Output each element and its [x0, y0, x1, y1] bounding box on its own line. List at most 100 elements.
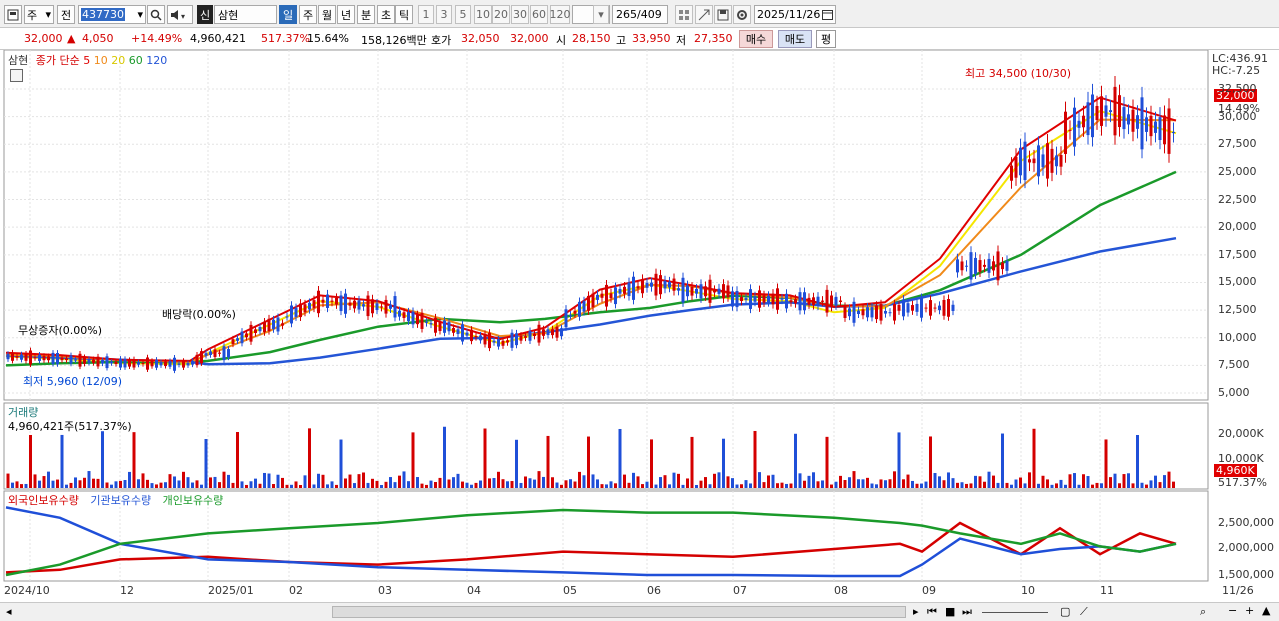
candle-body: [866, 307, 869, 318]
interval-button[interactable]: 3: [436, 5, 452, 24]
low-label: 저: [676, 34, 687, 47]
volume-bar: [1100, 483, 1103, 488]
expand-icon[interactable]: [695, 5, 713, 24]
candle-body: [245, 333, 248, 338]
gear-icon[interactable]: [733, 5, 751, 24]
volume-bar: [443, 426, 446, 488]
save-icon[interactable]: [714, 5, 732, 24]
stop-icon[interactable]: ■: [945, 605, 955, 618]
volume-bar: [960, 482, 964, 488]
volume-bar: [245, 484, 248, 488]
volume-bar: [1127, 473, 1130, 488]
stock-code-input[interactable]: 437730 ▾: [78, 5, 146, 24]
trend-line-icon[interactable]: ⟋: [1080, 605, 1088, 619]
window-menu-icon[interactable]: [4, 5, 22, 24]
volume-bar: [564, 480, 568, 488]
zoom-out-icon[interactable]: −: [1228, 604, 1237, 617]
period-button[interactable]: 틱: [395, 5, 413, 24]
interval-button[interactable]: 60: [530, 5, 548, 24]
zoom-icon[interactable]: ⌕: [1200, 605, 1206, 619]
last-page-icon[interactable]: ⏭: [962, 605, 972, 619]
range-button[interactable]: 전: [57, 5, 75, 24]
zoom-slider[interactable]: [982, 612, 1048, 613]
candle-body: [299, 303, 302, 318]
candle-body: [623, 286, 626, 294]
volume-bar: [1149, 480, 1153, 488]
candle-body: [65, 358, 68, 361]
candle-body: [1095, 105, 1099, 121]
candle-body: [627, 282, 631, 297]
candle-body: [344, 293, 347, 314]
scroll-thumb[interactable]: [332, 606, 906, 618]
grid-icon[interactable]: [675, 5, 693, 24]
candle-body: [924, 307, 928, 309]
interval-button[interactable]: 20: [492, 5, 510, 24]
sell-button[interactable]: 매도: [778, 30, 812, 48]
crosshair-icon[interactable]: ▲: [1262, 604, 1270, 617]
candle-body: [258, 326, 262, 332]
date-field[interactable]: 2025/11/26: [754, 5, 836, 24]
interval-button[interactable]: 1: [418, 5, 434, 24]
candle-body: [645, 282, 649, 288]
layout-icon[interactable]: ▢: [1060, 605, 1070, 618]
candle-body: [650, 282, 653, 287]
volume-bar: [173, 476, 176, 488]
holding-tick-2500000: 2,500,000: [1218, 516, 1274, 529]
volume-bar: [636, 476, 640, 488]
volume-bar: [1023, 483, 1027, 488]
scroll-left-icon[interactable]: ◂: [6, 605, 12, 618]
chart-area[interactable]: 삼현 종가 단순 5 10 20 60 120 LC:436.91 HC:-7.…: [0, 50, 1279, 621]
volume-bar: [695, 484, 698, 488]
candle-body: [987, 258, 991, 273]
x-axis-label: 06: [647, 584, 661, 597]
candle-body: [996, 251, 1000, 281]
volume-bar: [191, 482, 194, 488]
interval-button[interactable]: 5: [455, 5, 471, 24]
zoom-in-icon[interactable]: +: [1245, 604, 1254, 617]
candle-body: [497, 339, 500, 347]
volume-bar: [249, 481, 253, 488]
period-button[interactable]: 월: [318, 5, 336, 24]
volume-bar: [569, 479, 572, 488]
interval-button[interactable]: 120: [550, 5, 571, 24]
volume-bar: [1028, 472, 1031, 488]
count-field[interactable]: 265/409: [612, 5, 668, 24]
candle-body: [947, 299, 950, 317]
volume-bar: [1113, 473, 1117, 488]
volume-bar: [425, 484, 428, 488]
volume-bar: [416, 477, 419, 488]
candle-body: [618, 288, 622, 294]
candle-body: [632, 276, 635, 300]
candle-body: [992, 261, 995, 271]
candle-body: [290, 305, 293, 324]
speaker-icon[interactable]: ▾: [167, 5, 193, 24]
period-button[interactable]: 주: [299, 5, 317, 24]
period-button[interactable]: 년: [337, 5, 355, 24]
chevron-down-icon[interactable]: ▾: [593, 5, 609, 24]
volume-bar: [659, 477, 662, 488]
period-button[interactable]: 초: [377, 5, 395, 24]
candle-body: [681, 277, 685, 303]
interval-button[interactable]: 30: [511, 5, 529, 24]
bottom-scrollbar[interactable]: ◂ ▸ ⏮ ■ ⏭ ▢ ⟋ ⌕ − + ▲: [0, 602, 1279, 621]
calculator-icon[interactable]: [10, 69, 23, 82]
volume-bar: [654, 484, 658, 488]
first-page-icon[interactable]: ⏮: [927, 605, 937, 619]
volume-value-label: 4,960,421주(517.37%): [8, 420, 132, 433]
stock-name-field[interactable]: 삼현: [214, 5, 277, 24]
market-select[interactable]: 주 ▾: [24, 5, 54, 24]
period-button[interactable]: 일: [279, 5, 297, 24]
candle-body: [600, 293, 604, 298]
candle-body: [911, 305, 914, 311]
volume-bar: [699, 480, 703, 488]
candle-body: [573, 310, 577, 314]
search-icon[interactable]: [147, 5, 165, 24]
volume-bar: [672, 472, 676, 488]
candle-body: [1154, 121, 1157, 133]
evaluation-button[interactable]: 평: [816, 30, 836, 48]
scroll-right-icon[interactable]: ▸: [913, 605, 919, 618]
period-button[interactable]: 분: [357, 5, 375, 24]
interval-button[interactable]: 10: [474, 5, 492, 24]
chart-canvas[interactable]: [0, 50, 1279, 602]
buy-button[interactable]: 매수: [739, 30, 773, 48]
